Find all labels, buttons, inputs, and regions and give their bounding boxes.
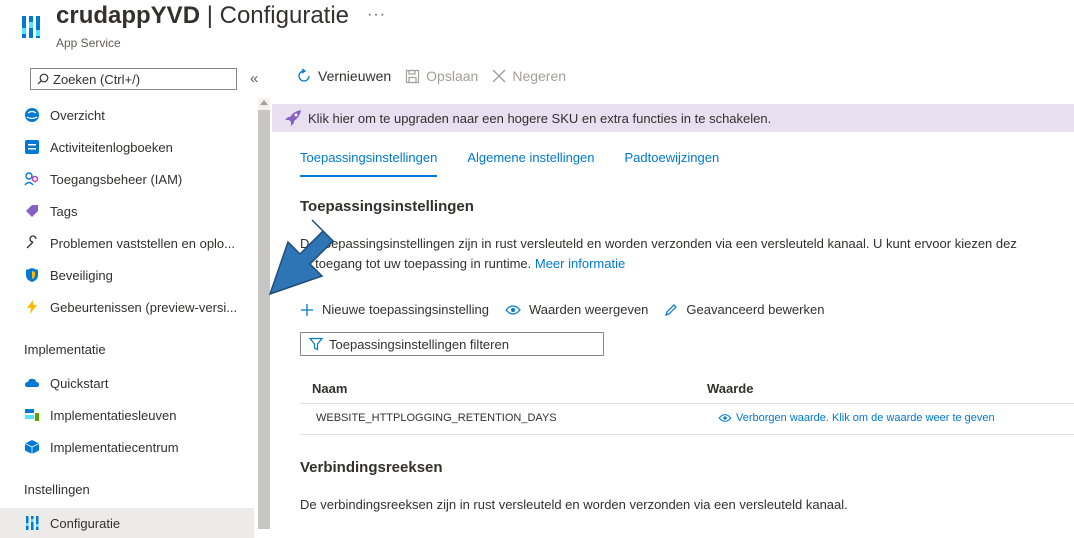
tag-icon — [26, 205, 38, 217]
new-app-setting-label: Nieuwe toepassingsinstelling — [322, 302, 489, 317]
sidebar-section-instellingen: Instellingen — [24, 482, 90, 497]
sidebar-item-overzicht[interactable]: Overzicht — [24, 100, 254, 130]
slots-icon — [25, 409, 39, 421]
search-icon — [37, 73, 49, 85]
column-header-waarde[interactable]: Waarde — [707, 381, 753, 396]
show-values-button[interactable]: Waarden weergeven — [505, 302, 648, 317]
app-settings-filter-input[interactable]: Toepassingsinstellingen filteren — [300, 332, 604, 356]
app-settings-title: Toepassingsinstellingen — [300, 198, 474, 215]
sidebar-search-input[interactable]: Zoeken (Ctrl+/) — [30, 68, 237, 90]
refresh-icon — [298, 68, 310, 82]
app-settings-desc-line1: De toepassingsinstellingen zijn in rust … — [300, 236, 1017, 251]
lightning-icon — [27, 300, 37, 314]
discard-label: Negeren — [512, 68, 567, 84]
upgrade-banner[interactable]: Klik hier om te upgraden naar een hogere… — [272, 104, 1074, 132]
header: crudappYVD | Configuratie ··· App Service — [0, 0, 1074, 58]
sidebar-item-label: Implementatiecentrum — [50, 439, 179, 455]
save-label: Opslaan — [426, 68, 479, 84]
sidebar-item-gebeurtenissen[interactable]: Gebeurtenissen (preview-versi... — [24, 292, 254, 322]
sidebar-item-label: Problemen vaststellen en oplo... — [50, 235, 235, 251]
sidebar-item-activiteitenlogboeken[interactable]: Activiteitenlogboeken — [24, 132, 254, 162]
sidebar-item-configuratie[interactable]: Configuratie — [0, 508, 254, 538]
more-icon[interactable]: ··· — [367, 6, 386, 23]
sidebar-item-problemen[interactable]: Problemen vaststellen en oplo... — [24, 228, 254, 258]
app-name: crudappYVD — [56, 2, 201, 29]
column-header-naam[interactable]: Naam — [312, 381, 347, 396]
wrench-icon — [26, 235, 37, 249]
refresh-button[interactable]: Vernieuwen — [296, 68, 391, 84]
sidebar-item-label: Activiteitenlogboeken — [50, 139, 173, 155]
search-placeholder: Zoeken (Ctrl+/) — [53, 71, 141, 87]
plus-icon — [301, 303, 313, 316]
connection-strings-desc: De verbindingsreeksen zijn in rust versl… — [300, 497, 848, 512]
sidebar-item-label: Implementatiesleuven — [50, 407, 177, 423]
sidebar-item-tags[interactable]: Tags — [24, 196, 254, 226]
hidden-value-label: Verborgen waarde. Klik om de waarde weer… — [736, 412, 995, 424]
eye-icon — [718, 414, 732, 422]
page-title: crudappYVD | Configuratie ··· — [56, 2, 386, 30]
page-subtitle: App Service — [56, 36, 121, 50]
filter-placeholder: Toepassingsinstellingen filteren — [329, 336, 509, 352]
table-cell-hidden-value[interactable]: Verborgen waarde. Klik om de waarde weer… — [718, 412, 995, 424]
sidebar-item-iam[interactable]: Toegangsbeheer (IAM) — [24, 164, 254, 194]
sidebar-item-implementatiecentrum[interactable]: Implementatiecentrum — [24, 432, 254, 462]
advanced-edit-label: Geavanceerd bewerken — [686, 302, 825, 317]
shield-icon — [26, 268, 38, 282]
scroll-up-icon[interactable] — [260, 100, 268, 105]
sidebar-item-label: Tags — [50, 203, 78, 219]
eye-icon — [505, 304, 521, 315]
discard-button[interactable]: Negeren — [492, 68, 566, 84]
people-icon — [24, 172, 39, 186]
more-info-link[interactable]: Meer informatie — [535, 256, 625, 271]
tab-padtoewijzingen[interactable]: Padtoewijzingen — [625, 150, 720, 174]
sidebar-scrollbar-thumb[interactable] — [258, 110, 270, 529]
tab-toepassingsinstellingen[interactable]: Toepassingsinstellingen — [300, 150, 438, 177]
cloud-icon — [25, 378, 39, 387]
sidebar-item-label: Quickstart — [50, 375, 109, 391]
sidebar-item-beveiliging[interactable]: Beveiliging — [24, 260, 254, 290]
sidebar-item-label: Overzicht — [50, 107, 105, 123]
page-name: Configuratie — [219, 2, 350, 29]
sidebar-item-label: Configuratie — [50, 515, 121, 531]
sidebar-item-implementatiesleuven[interactable]: Implementatiesleuven — [24, 400, 254, 430]
table-row-divider — [300, 434, 1074, 435]
table-header-divider — [300, 403, 1074, 404]
filter-icon — [309, 337, 323, 351]
log-icon — [25, 140, 39, 154]
sidebar-item-quickstart[interactable]: Quickstart — [24, 368, 254, 398]
sidebar-item-label: Beveiliging — [50, 267, 113, 283]
save-icon — [406, 69, 420, 83]
app-settings-actions: Nieuwe toepassingsinstelling Waarden wee… — [300, 302, 840, 317]
sidebar-item-label: Toegangsbeheer (IAM) — [50, 171, 183, 187]
tab-algemene-instellingen[interactable]: Algemene instellingen — [467, 150, 594, 174]
app-service-logo-icon — [22, 16, 40, 38]
advanced-edit-button[interactable]: Geavanceerd bewerken — [664, 302, 824, 317]
command-bar: Vernieuwen Opslaan Negeren — [296, 68, 580, 84]
sidebar-section-implementatie: Implementatie — [24, 342, 106, 357]
table-cell-name[interactable]: WEBSITE_HTTPLOGGING_RETENTION_DAYS — [316, 412, 557, 424]
connection-strings-title: Verbindingsreeksen — [300, 459, 443, 476]
show-values-label: Waarden weergeven — [528, 302, 649, 317]
rocket-icon — [285, 110, 301, 126]
cube-icon — [24, 440, 40, 454]
annotation-arrow-icon — [268, 219, 335, 296]
refresh-label: Vernieuwen — [318, 68, 392, 84]
pencil-icon — [665, 303, 678, 316]
close-icon — [492, 69, 506, 83]
globe-icon — [25, 108, 39, 122]
title-separator: | — [200, 2, 220, 29]
save-button[interactable]: Opslaan — [405, 68, 478, 84]
new-app-setting-button[interactable]: Nieuwe toepassingsinstelling — [300, 302, 489, 317]
tab-list: Toepassingsinstellingen Algemene instell… — [300, 150, 749, 177]
banner-text: Klik hier om te upgraden naar een hogere… — [308, 110, 772, 126]
app-settings-desc-line2: er toegang tot uw toepassing in runtime.… — [300, 256, 625, 271]
sidebar-item-label: Gebeurtenissen (preview-versi... — [50, 299, 238, 315]
collapse-sidebar-icon[interactable]: « — [250, 70, 258, 87]
